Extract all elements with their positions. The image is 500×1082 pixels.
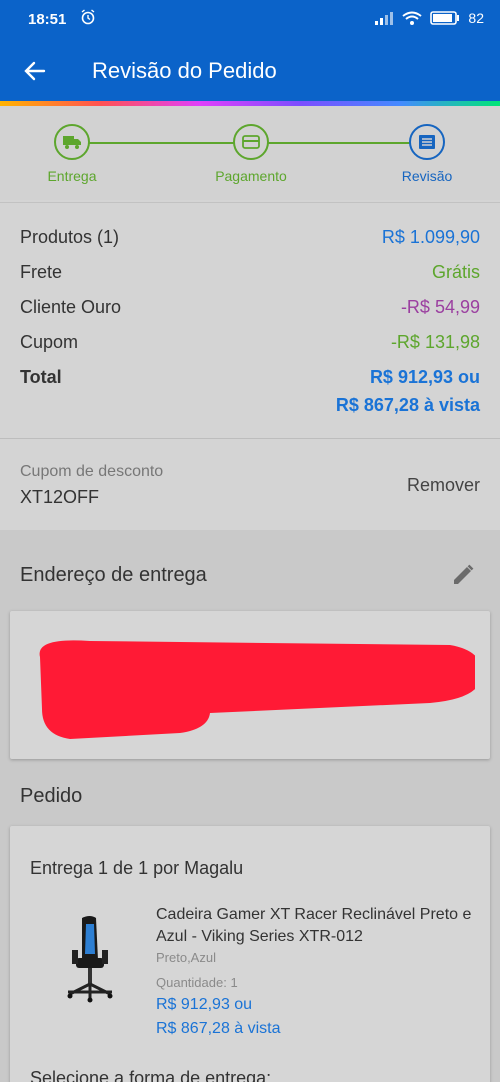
- row-value: -R$ 54,99: [400, 297, 480, 317]
- step-label: Entrega: [47, 168, 97, 184]
- redacted-address-mark: [39, 640, 475, 739]
- signal-icon: [375, 12, 394, 25]
- gaming-chair-image: [67, 916, 113, 1003]
- app-bar: Revisão do Pedido: [0, 40, 500, 102]
- truck-icon: [63, 136, 81, 149]
- step-pagamento[interactable]: Pagamento: [191, 124, 311, 184]
- row-label: Total: [20, 367, 62, 387]
- edit-pencil-icon[interactable]: [450, 562, 476, 588]
- address-card[interactable]: [10, 611, 490, 759]
- remove-coupon-button[interactable]: Remover: [407, 475, 480, 496]
- coupon-label: Cupom de desconto: [20, 463, 164, 480]
- wifi-icon: [402, 11, 423, 25]
- checkout-stepper: Entrega Pagamento Revisão: [0, 106, 500, 200]
- card-icon: [242, 135, 260, 149]
- step-label: Revisão: [401, 168, 453, 184]
- select-delivery-label: Selecione a forma de entrega:: [30, 1068, 272, 1082]
- product-price-cash: R$ 867,28 à vista: [156, 1020, 281, 1037]
- coupon-code: XT12OFF: [20, 487, 100, 507]
- status-icons: 82: [374, 10, 484, 26]
- list-icon: [419, 135, 435, 149]
- alarm-icon: [81, 9, 95, 25]
- row-label: Cliente Ouro: [20, 297, 122, 317]
- product-price: R$ 912,93 ou: [156, 996, 253, 1013]
- product-name[interactable]: Cadeira Gamer XT Racer Reclinável Preto …: [156, 904, 476, 948]
- address-title: Endereço de entrega: [20, 564, 207, 586]
- total-value-cash: R$ 867,28 à vista: [335, 395, 480, 415]
- coupon-section: Cupom de desconto XT12OFF Remover: [0, 438, 500, 530]
- product-quantity: Quantidade: 1: [156, 975, 238, 990]
- step-circle: [54, 124, 90, 160]
- order-summary: Produtos (1) R$ 1.099,90 Frete Grátis Cl…: [0, 202, 500, 438]
- row-value: Grátis: [431, 262, 480, 282]
- battery-icon: [430, 11, 460, 25]
- status-time: 18:51: [28, 11, 67, 28]
- row-label: Cupom: [20, 332, 79, 352]
- step-revisao[interactable]: Revisão: [367, 124, 487, 184]
- row-label: Frete: [20, 262, 63, 282]
- page-title: Revisão do Pedido: [92, 58, 277, 83]
- product-variant: Preto,Azul: [156, 950, 216, 965]
- row-label: Produtos (1): [20, 227, 120, 247]
- row-value: R$ 1.099,90: [381, 227, 480, 247]
- status-bar: 18:51 82: [0, 0, 500, 40]
- back-arrow-icon[interactable]: [22, 58, 48, 84]
- step-circle: [233, 124, 269, 160]
- order-title: Pedido: [20, 785, 83, 807]
- step-label: Pagamento: [215, 168, 287, 184]
- delivery-label: Entrega 1 de 1 por Magalu: [30, 858, 244, 878]
- total-value: R$ 912,93 ou: [369, 367, 480, 387]
- battery-level: 82: [468, 10, 484, 26]
- row-value: -R$ 131,98: [390, 332, 480, 352]
- step-entrega[interactable]: Entrega: [12, 124, 132, 184]
- step-circle: [409, 124, 445, 160]
- order-card: Entrega 1 de 1 por Magalu Cadeira Gamer …: [10, 826, 490, 1082]
